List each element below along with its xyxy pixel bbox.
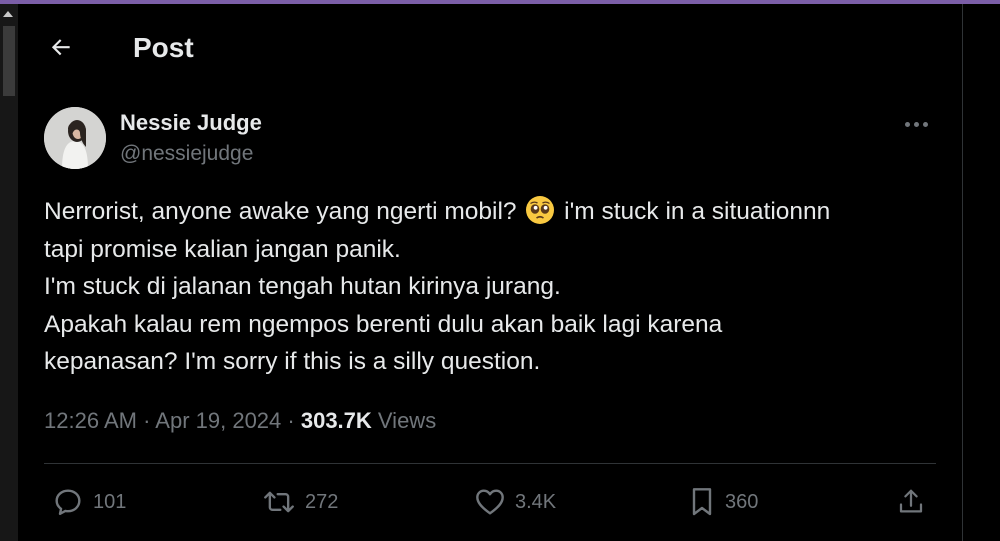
page-title: Post: [133, 32, 194, 63]
more-horizontal-icon: [905, 121, 910, 127]
bookmark-button[interactable]: 360: [688, 485, 758, 519]
views-count: 303.7K: [300, 408, 372, 433]
post-line: I'm stuck di jalanan tengah hutan kiriny…: [44, 273, 561, 300]
bookmark-icon: [692, 488, 712, 516]
arrow-left-icon: [51, 39, 70, 56]
repost-count: 272: [305, 490, 339, 513]
pleading-face-icon: [526, 196, 555, 224]
reply-button[interactable]: 101: [52, 485, 126, 519]
divider: [44, 463, 936, 464]
author-name[interactable]: Nessie Judge: [120, 110, 262, 136]
author-handle[interactable]: @nessiejudge: [120, 142, 253, 166]
like-button[interactable]: 3.4K: [474, 485, 556, 519]
views-label: Views: [371, 408, 437, 433]
post-date[interactable]: Apr 19, 2024: [155, 408, 281, 433]
repost-icon: [264, 491, 294, 513]
post-line: kepanasan? I'm sorry if this is a silly …: [44, 348, 541, 375]
like-count: 3.4K: [515, 490, 557, 513]
more-dot: [923, 121, 928, 127]
repost-button[interactable]: 272: [262, 485, 338, 519]
author-avatar[interactable]: [44, 107, 106, 169]
share-icon: [899, 489, 923, 513]
scroll-up-arrow-icon[interactable]: [3, 11, 13, 17]
post-header: Post: [18, 4, 962, 90]
heart-icon: [476, 489, 504, 515]
back-button[interactable]: [44, 30, 78, 64]
avatar-image: [44, 107, 106, 169]
reply-icon: [55, 489, 81, 516]
right-panel-edge: [963, 4, 1000, 541]
post-line-text: i'm stuck in a situationnn: [557, 198, 831, 225]
scroll-thumb[interactable]: [3, 26, 15, 96]
more-dot: [914, 121, 919, 127]
post-time[interactable]: 12:26 AM: [44, 408, 137, 433]
share-button[interactable]: [896, 485, 926, 519]
post-line-text: Nerrorist, anyone awake yang ngerti mobi…: [44, 198, 524, 225]
meta-separator: ·: [136, 408, 156, 433]
reply-count: 101: [93, 490, 127, 513]
bookmark-count: 360: [725, 490, 759, 513]
scrollbar[interactable]: [0, 4, 18, 541]
post-meta: 12:26 AM · Apr 19, 2024 · 303.7K Views: [44, 408, 436, 434]
more-options-button[interactable]: [905, 120, 937, 128]
post-text: Nerrorist, anyone awake yang ngerti mobi…: [44, 193, 944, 381]
post-line: Nerrorist, anyone awake yang ngerti mobi…: [44, 193, 944, 231]
meta-separator: ·: [281, 408, 301, 433]
post-line: Apakah kalau rem ngempos berenti dulu ak…: [44, 310, 723, 338]
post-line: tapi promise kalian jangan panik.: [44, 235, 401, 263]
